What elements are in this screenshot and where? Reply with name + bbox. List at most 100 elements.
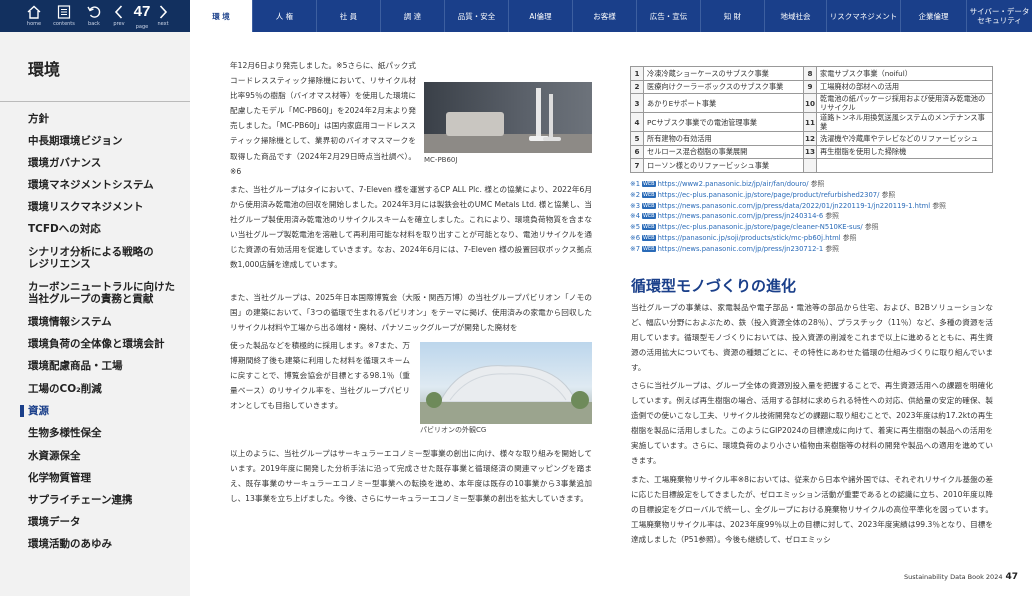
footnote-ref: 参照	[840, 234, 857, 242]
navigation-tools: home contents back prev 47 page next	[0, 0, 190, 32]
sidebar-item-risk-management[interactable]: 環境リスクマネジメント	[28, 201, 178, 213]
table-cell-number: 13	[803, 144, 817, 159]
sidebar-item-environmental-accounting[interactable]: 環境負荷の全体像と環境会計	[28, 338, 178, 350]
footnote-item[interactable]: ※7 WEB https://news.panasonic.com/jp/press…	[630, 243, 839, 253]
main-content: 年12月6日より発売しました。※5さらに、紙パック式コードレススティック掃除機に…	[190, 32, 1032, 596]
footnote-ref: 参照	[862, 223, 879, 232]
circular-business-table: 1 冷凍冷蔵ショーケースのサブスク事業 8 家電サブスク事業（noiful） 2 医療向け…	[630, 66, 993, 173]
footnote-url[interactable]: https://news.panasonic.com/jp/press/jn23…	[658, 245, 824, 253]
table-cell-text: 所有建物の有効活用	[643, 131, 804, 146]
chevron-left-icon	[114, 5, 123, 19]
tab-community[interactable]: 地域社会	[764, 0, 826, 32]
tab-risk-management[interactable]: リスクマネジメント	[826, 0, 900, 32]
home-button[interactable]: home	[22, 0, 46, 32]
web-link-icon: WEB	[642, 235, 656, 241]
footnote-ref: 参照	[808, 180, 825, 188]
footnote-url[interactable]: https://ec-plus.panasonic.jp/store/page/…	[658, 223, 863, 231]
sidebar-item-resources[interactable]: 資源	[28, 405, 178, 417]
footnote-mark: ※6	[630, 234, 641, 242]
tab-environment[interactable]: 環 境	[190, 0, 252, 32]
table-cell-number: 3	[630, 93, 644, 113]
table-cell-number: 5	[630, 131, 644, 146]
footnote-url[interactable]: https://news.panasonic.com/jp/press/data…	[658, 202, 931, 210]
tab-employees[interactable]: 社 員	[316, 0, 380, 32]
footnote-ref: 参照	[879, 190, 896, 199]
web-link-icon: WEB	[642, 202, 656, 209]
footnote-url[interactable]: https://ec-plus.panasonic.jp/store/page/…	[658, 191, 880, 199]
sidebar-item-environmental-data[interactable]: 環境データ	[28, 516, 178, 528]
footer-page-number: 47	[1005, 572, 1018, 582]
vacuum-photo-caption: MC-PB60J	[424, 156, 458, 164]
tab-cyber-data-security[interactable]: サイバー・データ セキュリティ	[966, 0, 1032, 32]
table-cell-number: 12	[803, 131, 817, 146]
sidebar-item-information-system[interactable]: 環境情報システム	[28, 316, 178, 328]
paragraph-product-release: 年12月6日より発売しました。※5さらに、紙パック式コードレススティック掃除機に…	[230, 61, 416, 176]
footnote-mark: ※3	[630, 201, 641, 210]
table-row: 5 所有建物の有効活用 12 洗濯機や冷蔵庫やテレビなどのリファービッシュ	[630, 131, 993, 146]
footnote-mark: ※2	[630, 190, 641, 199]
contents-button[interactable]: contents	[52, 0, 76, 32]
web-link-icon: WEB	[642, 213, 656, 220]
table-cell-number: 4	[630, 112, 644, 132]
footnote-ref: 参照	[823, 244, 839, 253]
page-label: page	[135, 24, 149, 30]
sidebar-item-governance[interactable]: 環境ガバナンス	[28, 157, 178, 169]
sidebar-item-policy[interactable]: 方針	[28, 113, 178, 125]
footnote-url[interactable]: https://panasonic.jp/soji/products/stick…	[658, 234, 841, 242]
tab-ai-ethics[interactable]: AI倫理	[508, 0, 572, 32]
home-label: home	[26, 21, 42, 27]
paragraph-expo-pavilion-wrap: 使った製品などを積極的に採用します。※7また、万博期間終了後も建築に利用した材料…	[230, 341, 410, 411]
table-cell-text: 家電サブスク事業（noiful）	[816, 66, 993, 81]
table-cell-number: 7	[630, 158, 644, 173]
tab-intellectual-property[interactable]: 知 財	[700, 0, 764, 32]
section-title: 循環型モノづくりの進化	[631, 277, 797, 295]
table-cell-text: 医療向けクーラーボックスのサブスク事業	[643, 79, 804, 94]
sidebar-item-scenario-analysis[interactable]: シナリオ分析による戦略の レジリエンス	[28, 246, 178, 270]
back-label: back	[88, 21, 100, 27]
footnote-item[interactable]: ※5 WEB https://ec-plus.panasonic.jp/store/…	[630, 221, 879, 231]
table-row: 7 ローソン様とのリファービッシュ事業	[630, 158, 993, 173]
sidebar-item-carbon-neutral[interactable]: カーボンニュートラルに向けた 当社グループの責務と貢献	[28, 281, 178, 305]
sidebar-item-tcfd[interactable]: TCFDへの対応	[28, 223, 178, 235]
sidebar-item-history[interactable]: 環境活動のあゆみ	[28, 538, 178, 550]
table-cell-text	[816, 158, 993, 173]
active-item-marker	[20, 405, 24, 417]
footnote-item[interactable]: ※1 WEB https://www2.panasonic.biz/jp/air/f…	[630, 178, 824, 188]
tab-corporate-ethics[interactable]: 企業倫理	[900, 0, 966, 32]
pavilion-illustration	[420, 365, 592, 424]
prev-button[interactable]: prev	[108, 0, 130, 32]
table-cell-text: 冷凍冷蔵ショーケースのサブスク事業	[643, 66, 804, 81]
sidebar-item-eco-products-factories[interactable]: 環境配慮商品・工場	[28, 360, 178, 372]
web-link-icon: WEB	[642, 245, 656, 252]
footnote-item[interactable]: ※4 WEB https://news.panasonic.com/jp/press…	[630, 210, 839, 220]
sidebar-item-chemicals[interactable]: 化学物質管理	[28, 472, 178, 484]
vacuum-cleaner-photo	[424, 82, 592, 153]
web-link-icon: WEB	[642, 191, 656, 198]
sidebar-item-management-system[interactable]: 環境マネジメントシステム	[28, 179, 178, 191]
footnote-item[interactable]: ※6 WEB https://panasonic.jp/soji/products/…	[630, 232, 856, 242]
tab-procurement[interactable]: 調 達	[380, 0, 444, 32]
sidebar-item-co2-reduction[interactable]: 工場のCO₂削減	[28, 383, 178, 395]
footnote-item[interactable]: ※3 WEB https://news.panasonic.com/jp/press…	[630, 200, 946, 210]
sidebar-item-supply-chain[interactable]: サプライチェーン連携	[28, 494, 178, 506]
next-button[interactable]: next	[152, 0, 174, 32]
tab-advertising[interactable]: 広告・宣伝	[636, 0, 700, 32]
table-cell-text: 再生樹脂を使用した掃除機	[816, 144, 993, 159]
tab-customers[interactable]: お客様	[572, 0, 636, 32]
sidebar-item-biodiversity[interactable]: 生物多様性保全	[28, 427, 178, 439]
top-navigation-bar: home contents back prev 47 page next 環 境…	[0, 0, 1032, 32]
table-cell-number	[803, 158, 817, 173]
footnote-url[interactable]: https://www2.panasonic.biz/jp/air/fan/do…	[658, 180, 809, 188]
sidebar: 環境 方針 中長期環境ビジョン 環境ガバナンス 環境マネジメントシステム 環境リ…	[0, 32, 190, 596]
footnote-item[interactable]: ※2 WEB https://ec-plus.panasonic.jp/store/…	[630, 189, 895, 199]
table-cell-text: ローソン様とのリファービッシュ事業	[643, 158, 804, 173]
current-page-number[interactable]: 47	[130, 2, 154, 22]
sidebar-item-water[interactable]: 水資源保全	[28, 450, 178, 462]
tab-quality-safety[interactable]: 品質・安全	[444, 0, 508, 32]
sidebar-divider	[0, 101, 190, 102]
tab-human-rights[interactable]: 人 権	[252, 0, 316, 32]
table-cell-text: 道路トンネル用換気送風システムのメンテナンス事業	[816, 112, 993, 132]
back-button[interactable]: back	[82, 0, 106, 32]
footnote-url[interactable]: https://news.panasonic.com/jp/press/jn24…	[658, 212, 824, 220]
sidebar-item-long-term-vision[interactable]: 中長期環境ビジョン	[28, 135, 178, 147]
